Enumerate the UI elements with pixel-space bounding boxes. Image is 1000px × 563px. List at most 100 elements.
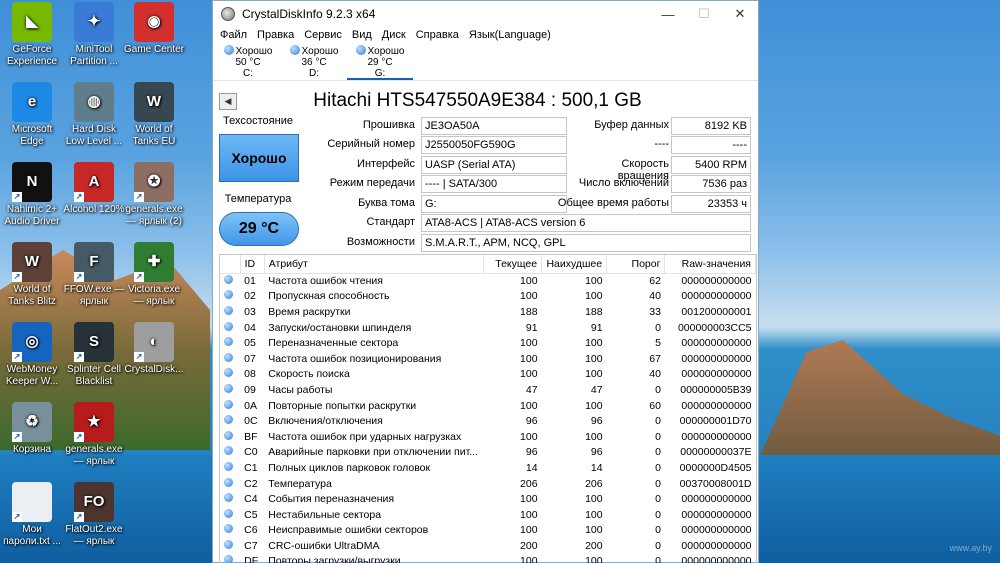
table-row[interactable]: 07 Частота ошибок позиционирования 100 100 6… [220,351,756,367]
table-row[interactable]: C4 События переназначения 100 100 0 000000000… [220,491,756,507]
drive-letter: D: [309,68,319,79]
health-status-button[interactable]: Хорошо [219,134,299,182]
transfer-mode-label: Режим передачи [329,177,415,189]
threshold-cell: 33 [649,305,661,318]
menu-theme[interactable]: Вид [347,29,377,41]
threshold-cell: 5 [655,337,661,350]
crystaldiskinfo-window: CrystalDiskInfo 9.2.3 x64 — ☐ ✕ Файл Пра… [212,0,759,563]
close-button[interactable]: ✕ [722,6,758,22]
threshold-cell: 0 [655,508,661,521]
id-cell: 01 [244,275,256,288]
desktop-shortcut[interactable]: F ↗ FFOW.exe — ярлык [62,242,126,308]
temperature-value[interactable]: 29 °C [219,212,299,246]
col-worst[interactable]: Наихудшее [541,255,608,274]
table-row[interactable]: 08 Скорость поиска 100 100 40 000000000000 [220,367,756,383]
table-row[interactable]: C6 Неисправимые ошибки секторов 100 100 0 000… [220,523,756,539]
status-dot-icon [224,321,233,331]
table-row[interactable]: DF Повторы загрузки/выгрузки 100 100 0 000000… [220,554,756,563]
table-row[interactable]: 03 Время раскрутки 188 188 33 001200000001 [220,304,756,320]
desktop-shortcut[interactable]: ↗ Мои пароли.txt ... [0,482,64,548]
table-row[interactable]: C1 Полных циклов парковок головок 14 14 0 000… [220,460,756,476]
table-row[interactable]: 02 Пропускная способность 100 100 40 00000000… [220,289,756,305]
table-row[interactable]: C5 Нестабильные сектора 100 100 0 00000000000… [220,507,756,523]
table-row[interactable]: 01 Частота ошибок чтения 100 100 62 000000000… [220,273,756,289]
drive-temp: 50 °C [235,57,261,68]
id-cell: C5 [244,508,258,521]
table-row[interactable]: 0C Включения/отключения 96 96 0 000000001D70 [220,413,756,429]
current-cell: 100 [520,352,538,365]
shortcut-label: Hard Disk Low Level ... [65,124,123,147]
desktop-shortcut[interactable]: ♻ ↗ Корзина [0,402,64,456]
app-icon: W [134,82,174,122]
worst-cell: 96 [590,415,603,428]
table-row[interactable]: C7 CRC-ошибки UltraDMA 200 200 0 000000000000 [220,538,756,554]
desktop-shortcut[interactable]: ◍ Hard Disk Low Level ... [62,82,126,148]
worst-cell: 100 [585,337,603,350]
menu-language[interactable]: Язык(Language) [464,29,556,41]
wallpaper-mountain-right [758,340,1000,460]
table-row[interactable]: 04 Запуски/остановки шпинделя 91 91 0 0000000… [220,320,756,336]
desktop-shortcut[interactable]: ✪ ↗ generals.exe — ярлык (2) [122,162,186,228]
raw-cell: 00000000037E [680,446,752,459]
table-row[interactable]: 09 Часы работы 47 47 0 000000005B39 [220,382,756,398]
desktop-shortcut[interactable]: ✚ ↗ Victoria.exe — ярлык [122,242,186,308]
desktop-shortcut[interactable]: ◣ GeForce Experience [0,2,64,68]
threshold-cell: 0 [655,430,661,443]
menu-disk[interactable]: Диск [377,29,411,41]
col-id[interactable]: ID [240,255,265,274]
id-cell: 07 [244,352,256,365]
threshold-cell: 40 [649,368,661,381]
health-dot-icon [289,45,300,55]
desktop-shortcut[interactable]: FO ↗ FlatOut2.exe — ярлык [62,482,126,548]
table-row[interactable]: 05 Переназначенные сектора 100 100 5 00000000… [220,335,756,351]
desktop-shortcut[interactable]: ✦ MiniTool Partition ... [62,2,126,68]
status-dot-icon [224,430,233,440]
col-current[interactable]: Текущее [483,255,543,274]
drive-letter: G: [374,68,386,79]
buffer-label: Буфер данных [594,119,669,131]
threshold-cell: 0 [655,524,661,537]
app-icon: ◣ [12,2,52,42]
desktop-shortcut[interactable]: ◉ Game Center [122,2,186,56]
app-icon: ✚ ↗ [134,242,174,282]
desktop-shortcut[interactable]: A ↗ Alcohol 120% [62,162,126,216]
previous-disk-button[interactable]: ◀ [219,92,237,110]
col-threshold[interactable]: Порог [606,255,666,274]
desktop-shortcut[interactable]: W ↗ World of Tanks Blitz [0,242,64,308]
desktop-shortcut[interactable]: ◎ ↗ WebMoney Keeper W... [0,322,64,388]
table-row[interactable]: C0 Аварийные парковки при отключении пит.… [220,445,756,461]
title-bar[interactable]: CrystalDiskInfo 9.2.3 x64 — ☐ ✕ [213,1,758,27]
menu-bar: Файл Правка Сервис Вид Диск Справка Язык… [213,27,758,43]
maximize-button[interactable]: ☐ [686,6,722,22]
minimize-button[interactable]: — [650,7,686,22]
menu-file[interactable]: Файл [215,29,252,41]
drive-tab-d[interactable]: Хорошо 36 °C D: [281,43,347,80]
status-dot-icon [224,415,233,425]
desktop-shortcut[interactable]: S ↗ Splinter Cell Blacklist [62,322,126,388]
shortcut-arrow-icon: ↗ [74,192,84,202]
smart-attributes-table: ID Атрибут Текущее Наихудшее Порог Raw-з… [219,254,757,563]
desktop-shortcut[interactable]: e Microsoft Edge [0,82,64,148]
raw-cell: 000000000000 [681,337,752,350]
desktop-shortcut[interactable]: W World of Tanks EU [122,82,186,148]
col-status[interactable] [220,255,241,274]
power-on-count-label: Число включений [578,177,669,189]
drive-tab-c[interactable]: Хорошо 50 °C C: [215,43,281,80]
worst-cell: 100 [585,555,603,563]
status-dot-icon [224,461,233,471]
app-icon: ★ ↗ [74,402,114,442]
menu-edit[interactable]: Правка [252,29,299,41]
desktop-shortcut[interactable]: ◐ ↗ CrystalDisk... [122,322,186,376]
table-row[interactable]: 0A Повторные попытки раскрутки 100 100 60 000… [220,398,756,414]
desktop-shortcut[interactable]: ★ ↗ generals.exe — ярлык [62,402,126,468]
table-row[interactable]: BF Частота ошибок при ударных нагрузках 10… [220,429,756,445]
desktop-shortcut[interactable]: N ↗ Nahimic 2+ Audio Driver [0,162,64,228]
col-raw[interactable]: Raw-значения [664,255,756,274]
menu-function[interactable]: Сервис [299,29,347,41]
id-cell: C4 [244,493,258,506]
col-attribute[interactable]: Атрибут [264,255,484,274]
table-row[interactable]: C2 Температура 206 206 0 00370008001D [220,476,756,492]
drive-tab-g[interactable]: Хорошо 29 °C G: [347,43,413,80]
menu-help[interactable]: Справка [411,29,464,41]
app-icon: ♻ ↗ [12,402,52,442]
